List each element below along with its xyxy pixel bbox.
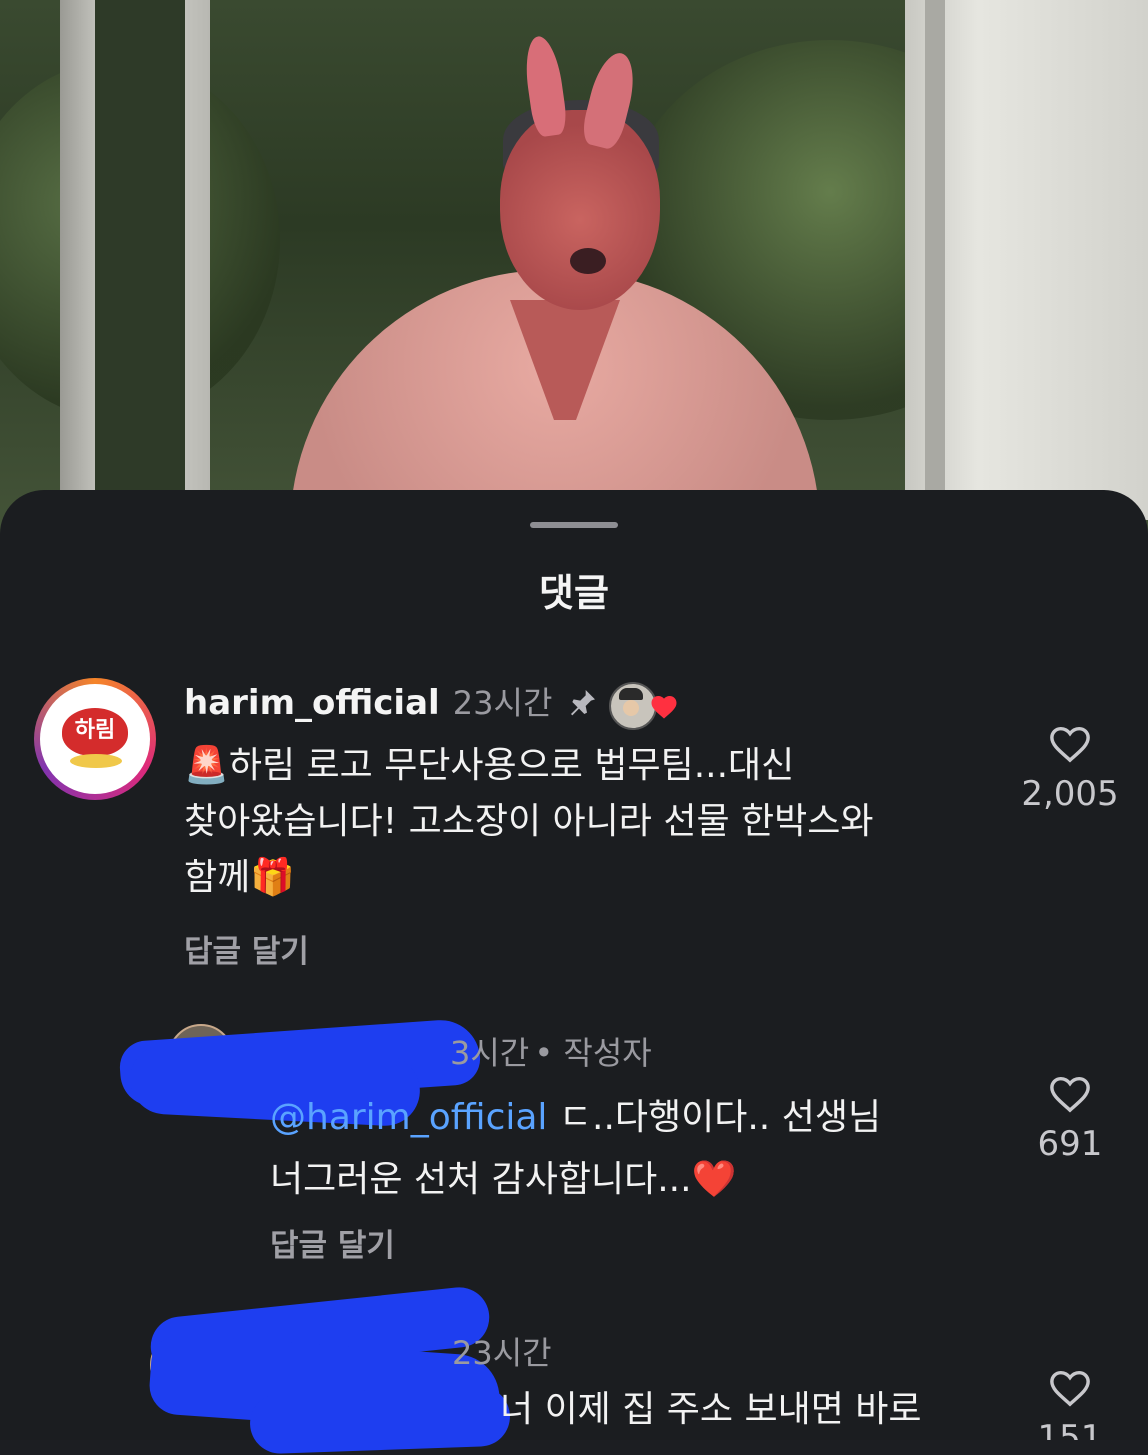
like-control[interactable]: 151 (1010, 1366, 1130, 1440)
heart-icon[interactable] (1047, 1072, 1093, 1114)
comment-body: @harim_official ㄷ..다행이다.. 선생님 너그러운 선처 감사… (270, 1090, 990, 1208)
author-badge: 작성자 (563, 1034, 652, 1072)
comment-text: ㄷ..다행이다.. 선생님 (547, 1097, 882, 1138)
door-frame-edge (925, 0, 945, 520)
sheet-title: 댓글 (539, 571, 609, 615)
comments-sheet: 댓글 하림 harim_official 23시간 🚨하림 로고 무단사용으로 … (0, 490, 1148, 1455)
comment-time: 23시간 (452, 684, 553, 722)
redaction-scribble (249, 1385, 511, 1455)
pin-icon (571, 690, 596, 716)
sheet-drag-handle[interactable] (530, 522, 618, 528)
comment-body: 🚨하림 로고 무단사용으로 법무팀...대신 찾아왔습니다! 고소장이 아니라 … (184, 738, 1004, 906)
comment-text-line: 찾아왔습니다! 고소장이 아니라 선물 한박스와 (184, 801, 874, 842)
like-count: 151 (1037, 1418, 1103, 1440)
like-control[interactable]: 691 (1010, 1072, 1130, 1164)
comment-text-line: 🚨하림 로고 무단사용으로 법무팀...대신 (184, 745, 795, 786)
like-count: 691 (1037, 1124, 1103, 1164)
logo-swoosh (70, 754, 122, 768)
heart-icon[interactable] (1047, 1366, 1093, 1408)
reply-button[interactable]: 답글 달기 (270, 1220, 395, 1265)
avatar[interactable]: 하림 (34, 678, 156, 800)
mention-link[interactable]: @harim_official (270, 1097, 547, 1138)
author-liked-icon (608, 682, 677, 730)
like-count: 2,005 (1021, 774, 1119, 814)
comment-text-line: @harim_official ㄷ..다행이다.. 선생님 (270, 1090, 990, 1146)
meta-separator: • (534, 1034, 564, 1072)
like-control[interactable]: 2,005 (1010, 722, 1130, 814)
heart-icon[interactable] (1047, 722, 1093, 764)
comment-time: 23시간 (452, 1334, 552, 1372)
comment-text-line: 함께🎁 (184, 857, 296, 898)
video-frame[interactable] (0, 0, 1148, 560)
person-mouth (570, 248, 606, 274)
comment-header: harim_official 23시간 (184, 678, 677, 730)
person-face (500, 110, 660, 310)
harim-logo: 하림 (62, 708, 128, 756)
comment-header: 3시간 • 작성자 (450, 1028, 652, 1074)
comment-header: 23시간 (452, 1328, 552, 1374)
comment-username[interactable]: harim_official (184, 683, 440, 723)
comment-text-line: 너 이제 집 주소 보내면 바로 (500, 1389, 922, 1430)
comment-text-line: 너그러운 선처 감사합니다...❤️ (270, 1159, 737, 1200)
comment-time: 3시간 (450, 1034, 530, 1072)
door-frame-gap (95, 0, 185, 500)
reply-button[interactable]: 답글 달기 (184, 926, 309, 971)
